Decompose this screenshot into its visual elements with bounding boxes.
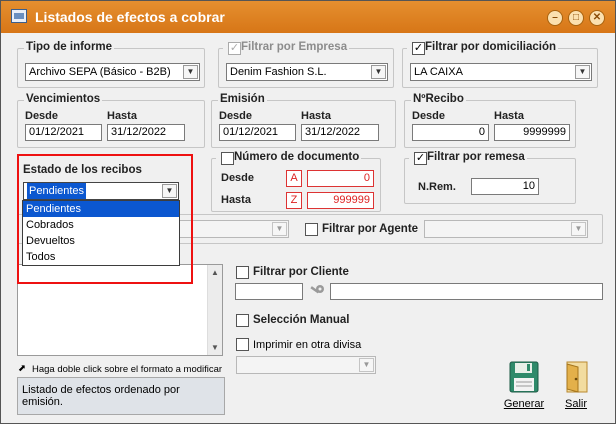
emision-desde-field[interactable]: 01/12/2021 bbox=[219, 124, 296, 141]
vencimientos-desde-field[interactable]: 01/12/2021 bbox=[25, 124, 102, 141]
agente-label: Filtrar por Agente bbox=[322, 223, 419, 235]
cliente-label: Filtrar por Cliente bbox=[253, 266, 349, 278]
estado-dropdown-list[interactable]: Pendientes Cobrados Devueltos Todos bbox=[22, 200, 180, 266]
num-documento-desde-label: Desde bbox=[221, 172, 255, 184]
nrecibo-desde-label: Desde bbox=[412, 110, 446, 122]
formato-description: Listado de efectos ordenado por emisión. bbox=[17, 377, 225, 415]
nrecibo-group: NºRecibo Desde Hasta 0 9999999 bbox=[404, 93, 576, 148]
generar-button[interactable]: Generar bbox=[501, 361, 547, 410]
estado-option[interactable]: Todos bbox=[23, 249, 179, 265]
app-icon bbox=[11, 9, 27, 23]
formato-hint: Haga doble click sobre el formato a modi… bbox=[32, 364, 223, 375]
estado-value: Pendientes bbox=[25, 183, 88, 199]
num-documento-hasta-field[interactable]: 999999 bbox=[307, 192, 374, 209]
empresa-combo[interactable]: Denim Fashion S.L. ▼ bbox=[226, 63, 388, 81]
chevron-down-icon[interactable]: ▼ bbox=[183, 65, 198, 79]
formato-scrollbar[interactable]: ▲ ▼ bbox=[207, 265, 222, 355]
remesa-label: N.Rem. bbox=[418, 181, 456, 193]
empresa-value: Denim Fashion S.L. bbox=[230, 66, 327, 78]
scroll-up-icon[interactable]: ▲ bbox=[211, 268, 219, 277]
cliente-checkbox[interactable] bbox=[236, 266, 249, 279]
chevron-down-icon[interactable]: ▼ bbox=[575, 65, 590, 79]
num-documento-label: Número de documento bbox=[216, 151, 362, 163]
agente-combo: ▼ bbox=[424, 220, 588, 238]
num-documento-desde-field[interactable]: 0 bbox=[307, 170, 374, 187]
domiciliacion-value: LA CAIXA bbox=[414, 66, 463, 78]
close-button[interactable]: ✕ bbox=[589, 10, 605, 26]
tipo-informe-value: Archivo SEPA (Básico - B2B) bbox=[29, 66, 171, 78]
maximize-button[interactable]: □ bbox=[568, 10, 584, 26]
emision-legend: Emisión bbox=[218, 93, 267, 105]
nrecibo-desde-field[interactable]: 0 bbox=[412, 124, 489, 141]
num-documento-hasta-label: Hasta bbox=[221, 194, 251, 206]
scroll-down-icon[interactable]: ▼ bbox=[211, 343, 219, 352]
nrecibo-hasta-label: Hasta bbox=[494, 110, 524, 122]
cliente-name-field[interactable] bbox=[330, 283, 603, 300]
vencimientos-hasta-label: Hasta bbox=[107, 110, 137, 122]
floppy-disk-icon bbox=[509, 361, 539, 393]
otra-divisa-checkbox[interactable] bbox=[236, 338, 249, 351]
otra-divisa-label: Imprimir en otra divisa bbox=[253, 339, 362, 351]
num-documento-group: Número de documento Desde Hasta A Z 0 99… bbox=[211, 151, 381, 212]
vencimientos-hasta-field[interactable]: 31/12/2022 bbox=[107, 124, 185, 141]
key-icon[interactable] bbox=[308, 284, 326, 299]
domiciliacion-combo[interactable]: LA CAIXA ▼ bbox=[410, 63, 592, 81]
chevron-down-icon: ▼ bbox=[272, 222, 287, 236]
salir-label: Salir bbox=[564, 398, 587, 410]
estado-legend: Estado de los recibos bbox=[23, 164, 142, 176]
chevron-down-icon: ▼ bbox=[359, 358, 374, 372]
num-documento-desde-prefix[interactable]: A bbox=[286, 170, 302, 187]
emision-desde-label: Desde bbox=[219, 110, 253, 122]
empresa-checkbox[interactable]: ✓ bbox=[228, 42, 241, 55]
estado-option[interactable]: Pendientes bbox=[23, 201, 179, 217]
chevron-down-icon[interactable]: ▼ bbox=[371, 65, 386, 79]
vencimientos-group: Vencimientos Desde Hasta 01/12/2021 31/1… bbox=[17, 93, 205, 148]
remesa-checkbox[interactable]: ✓ bbox=[414, 152, 427, 165]
exit-door-icon bbox=[561, 361, 591, 393]
dialog-body: Tipo de informe Archivo SEPA (Básico - B… bbox=[6, 34, 610, 420]
empresa-legend: Filtrar por Empresa bbox=[223, 41, 350, 53]
empresa-group: Filtrar por Empresa ✓ Denim Fashion S.L.… bbox=[218, 41, 394, 88]
window-title: Listados de efectos a cobrar bbox=[35, 9, 225, 25]
emision-hasta-field[interactable]: 31/12/2022 bbox=[301, 124, 379, 141]
domiciliacion-legend: Filtrar por domiciliación bbox=[407, 41, 558, 53]
arrow-icon: ⬈ bbox=[18, 363, 26, 374]
domiciliacion-checkbox[interactable]: ✓ bbox=[412, 42, 425, 55]
estado-combo[interactable]: Pendientes ▼ bbox=[23, 182, 179, 200]
tipo-informe-combo[interactable]: Archivo SEPA (Básico - B2B) ▼ bbox=[25, 63, 200, 81]
window: Listados de efectos a cobrar – □ ✕ Tipo … bbox=[0, 0, 616, 424]
estado-option[interactable]: Devueltos bbox=[23, 233, 179, 249]
estado-option[interactable]: Cobrados bbox=[23, 217, 179, 233]
minimize-button[interactable]: – bbox=[547, 10, 563, 26]
num-documento-checkbox[interactable] bbox=[221, 152, 234, 165]
seleccion-manual-checkbox[interactable] bbox=[236, 314, 249, 327]
num-documento-hasta-prefix[interactable]: Z bbox=[286, 192, 302, 209]
chevron-down-icon[interactable]: ▼ bbox=[162, 184, 177, 198]
nrecibo-hasta-field[interactable]: 9999999 bbox=[494, 124, 570, 141]
otra-divisa-combo: ▼ bbox=[236, 356, 376, 374]
tipo-informe-group: Tipo de informe Archivo SEPA (Básico - B… bbox=[17, 41, 205, 88]
vencimientos-legend: Vencimientos bbox=[24, 93, 103, 105]
emision-group: Emisión Desde Hasta 01/12/2021 31/12/202… bbox=[211, 93, 396, 148]
salir-button[interactable]: Salir bbox=[558, 361, 594, 410]
vencimientos-desde-label: Desde bbox=[25, 110, 59, 122]
remesa-field[interactable]: 10 bbox=[471, 178, 539, 195]
nrecibo-legend: NºRecibo bbox=[411, 93, 466, 105]
agente-checkbox[interactable] bbox=[305, 223, 318, 236]
remesa-group: Filtrar por remesa ✓ N.Rem. 10 bbox=[404, 151, 576, 204]
seleccion-manual-label: Selección Manual bbox=[253, 314, 350, 326]
emision-hasta-label: Hasta bbox=[301, 110, 331, 122]
generar-label: Generar bbox=[503, 398, 545, 410]
chevron-down-icon: ▼ bbox=[571, 222, 586, 236]
tipo-informe-legend: Tipo de informe bbox=[24, 41, 115, 53]
title-bar[interactable]: Listados de efectos a cobrar – □ ✕ bbox=[1, 1, 615, 33]
domiciliacion-group: Filtrar por domiciliación ✓ LA CAIXA ▼ bbox=[402, 41, 598, 88]
cliente-code-field[interactable] bbox=[235, 283, 303, 300]
